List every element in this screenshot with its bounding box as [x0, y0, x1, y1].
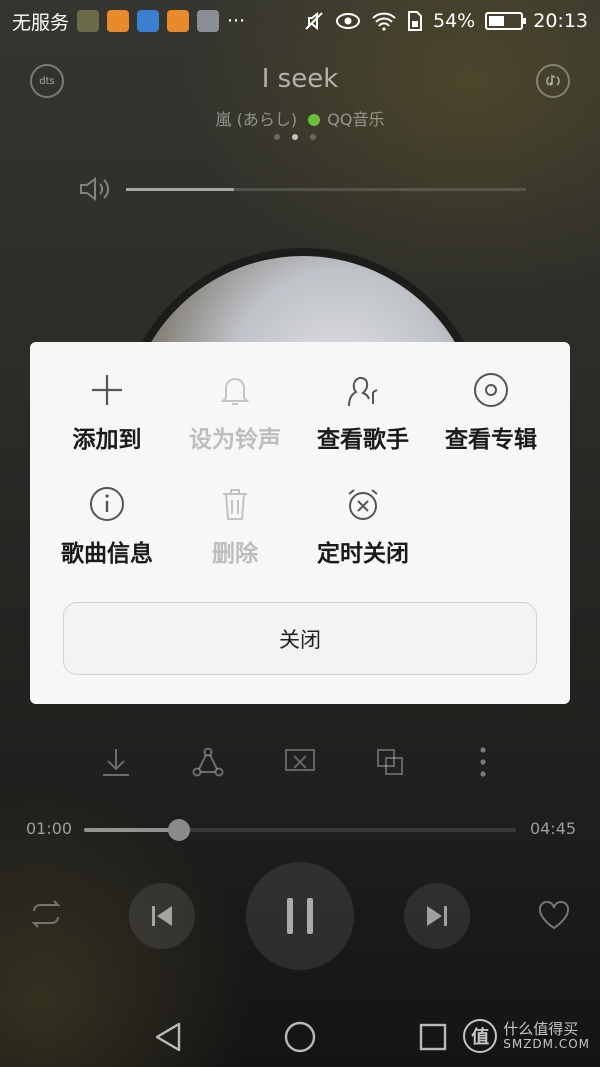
- progress-thumb[interactable]: [168, 819, 191, 841]
- more-vertical-icon: [480, 747, 486, 777]
- current-time: 01:00: [26, 819, 73, 838]
- watermark-text: 什么值得买: [503, 1020, 579, 1039]
- menu-song-info[interactable]: 歌曲信息: [43, 484, 171, 568]
- menu-sleep-timer[interactable]: 定时关闭: [299, 484, 427, 568]
- back-triangle-icon: [155, 1022, 181, 1052]
- volume-fill: [126, 187, 234, 191]
- mute-icon: [305, 11, 323, 31]
- watermark: 值 什么值得买 SMZDM.COM: [463, 1019, 590, 1053]
- health-app-icon: [137, 10, 160, 32]
- trash-icon: [223, 489, 247, 520]
- previous-icon: [152, 906, 172, 926]
- home-button[interactable]: [280, 1017, 320, 1057]
- more-options-dialog: 添加到 设为铃声 查看歌手 查看专辑 歌曲信息 删除 定时关闭 关闭: [30, 342, 570, 704]
- sound-effect-button[interactable]: [536, 64, 570, 98]
- plus-icon: [92, 375, 122, 405]
- menu-label: 定时关闭: [317, 541, 409, 567]
- menu-label: 查看歌手: [317, 427, 409, 453]
- download-button[interactable]: [94, 740, 138, 784]
- pause-button[interactable]: [246, 862, 354, 970]
- song-actions: [0, 740, 600, 784]
- info-icon: [90, 487, 124, 521]
- gallery-icon: [197, 10, 220, 32]
- menu-view-singer[interactable]: 查看歌手: [299, 370, 427, 454]
- switch-button[interactable]: [368, 740, 412, 784]
- page-indicator: [274, 134, 316, 140]
- next-button[interactable]: [404, 883, 470, 949]
- menu-label: 添加到: [72, 427, 142, 453]
- song-title: I seek: [261, 64, 339, 94]
- uc-browser-icon: [167, 10, 190, 32]
- repeat-icon: [31, 900, 61, 928]
- artist-name[interactable]: 嵐 (あらし): [216, 110, 298, 129]
- menu-label: 设为铃声: [189, 427, 281, 453]
- source-label: QQ音乐: [327, 110, 385, 129]
- page-dot-active: [292, 134, 298, 140]
- favorite-button[interactable]: [532, 894, 576, 938]
- recents-button[interactable]: [413, 1017, 453, 1057]
- watermark-logo: 值: [463, 1019, 498, 1053]
- system-nav-bar: 值 什么值得买 SMZDM.COM: [0, 1005, 600, 1067]
- sim-card-icon: [408, 11, 422, 31]
- alarm-off-icon: [348, 489, 378, 520]
- player-header: dts I seek 嵐 (あらし) QQ音乐: [0, 50, 600, 150]
- switch-icon: [377, 749, 403, 775]
- progress-fill: [84, 828, 180, 832]
- page-dot: [310, 134, 316, 140]
- download-icon: [103, 749, 129, 776]
- status-bar: 无服务 ··· 54% 20:13: [0, 0, 600, 42]
- share-button[interactable]: [186, 740, 230, 784]
- watermark-domain: SMZDM.COM: [503, 1036, 590, 1051]
- repeat-mode-button[interactable]: [24, 892, 68, 936]
- more-notifications-icon: ···: [227, 10, 246, 32]
- playback-controls: [0, 862, 600, 970]
- volume-slider[interactable]: [126, 187, 526, 191]
- menu-add-to[interactable]: 添加到: [43, 370, 171, 454]
- heart-icon: [538, 901, 570, 930]
- app-notification-icon: [77, 10, 100, 32]
- uc-browser-icon: [107, 10, 130, 32]
- qq-music-logo-icon: [308, 114, 321, 126]
- menu-label: 歌曲信息: [61, 541, 153, 567]
- previous-button[interactable]: [129, 883, 195, 949]
- eye-comfort-icon: [336, 13, 360, 29]
- home-circle-icon: [284, 1021, 316, 1053]
- album-disc-icon: [474, 373, 508, 407]
- progress-slider[interactable]: [84, 819, 516, 841]
- total-time: 04:45: [530, 819, 577, 838]
- page-dot: [274, 134, 280, 140]
- playback-progress: 01:00 04:45: [0, 815, 600, 845]
- menu-label: 查看专辑: [445, 427, 537, 453]
- dialog-close-button[interactable]: 关闭: [63, 602, 537, 675]
- more-button[interactable]: [461, 740, 505, 784]
- volume-control[interactable]: [78, 175, 526, 203]
- menu-label: 删除: [212, 541, 258, 567]
- mv-icon: [285, 749, 315, 771]
- back-button[interactable]: [148, 1017, 188, 1057]
- wifi-icon: [372, 12, 396, 31]
- volume-icon: [80, 177, 110, 201]
- menu-delete[interactable]: 删除: [171, 484, 299, 568]
- clock: 20:13: [533, 10, 588, 32]
- pause-icon: [287, 898, 313, 934]
- recents-square-icon: [419, 1023, 447, 1051]
- song-subtitle: 嵐 (あらし) QQ音乐: [0, 106, 600, 130]
- mv-button[interactable]: [278, 740, 322, 784]
- menu-set-ringtone[interactable]: 设为铃声: [171, 370, 299, 454]
- next-icon: [427, 906, 447, 926]
- share-icon: [192, 747, 224, 777]
- battery-percent: 54%: [433, 10, 476, 32]
- music-wave-icon: [546, 74, 560, 86]
- battery-icon: [485, 12, 527, 30]
- carrier-text: 无服务: [12, 11, 70, 34]
- singer-icon: [348, 376, 378, 407]
- menu-view-album[interactable]: 查看专辑: [427, 370, 555, 454]
- bell-icon: [220, 378, 250, 405]
